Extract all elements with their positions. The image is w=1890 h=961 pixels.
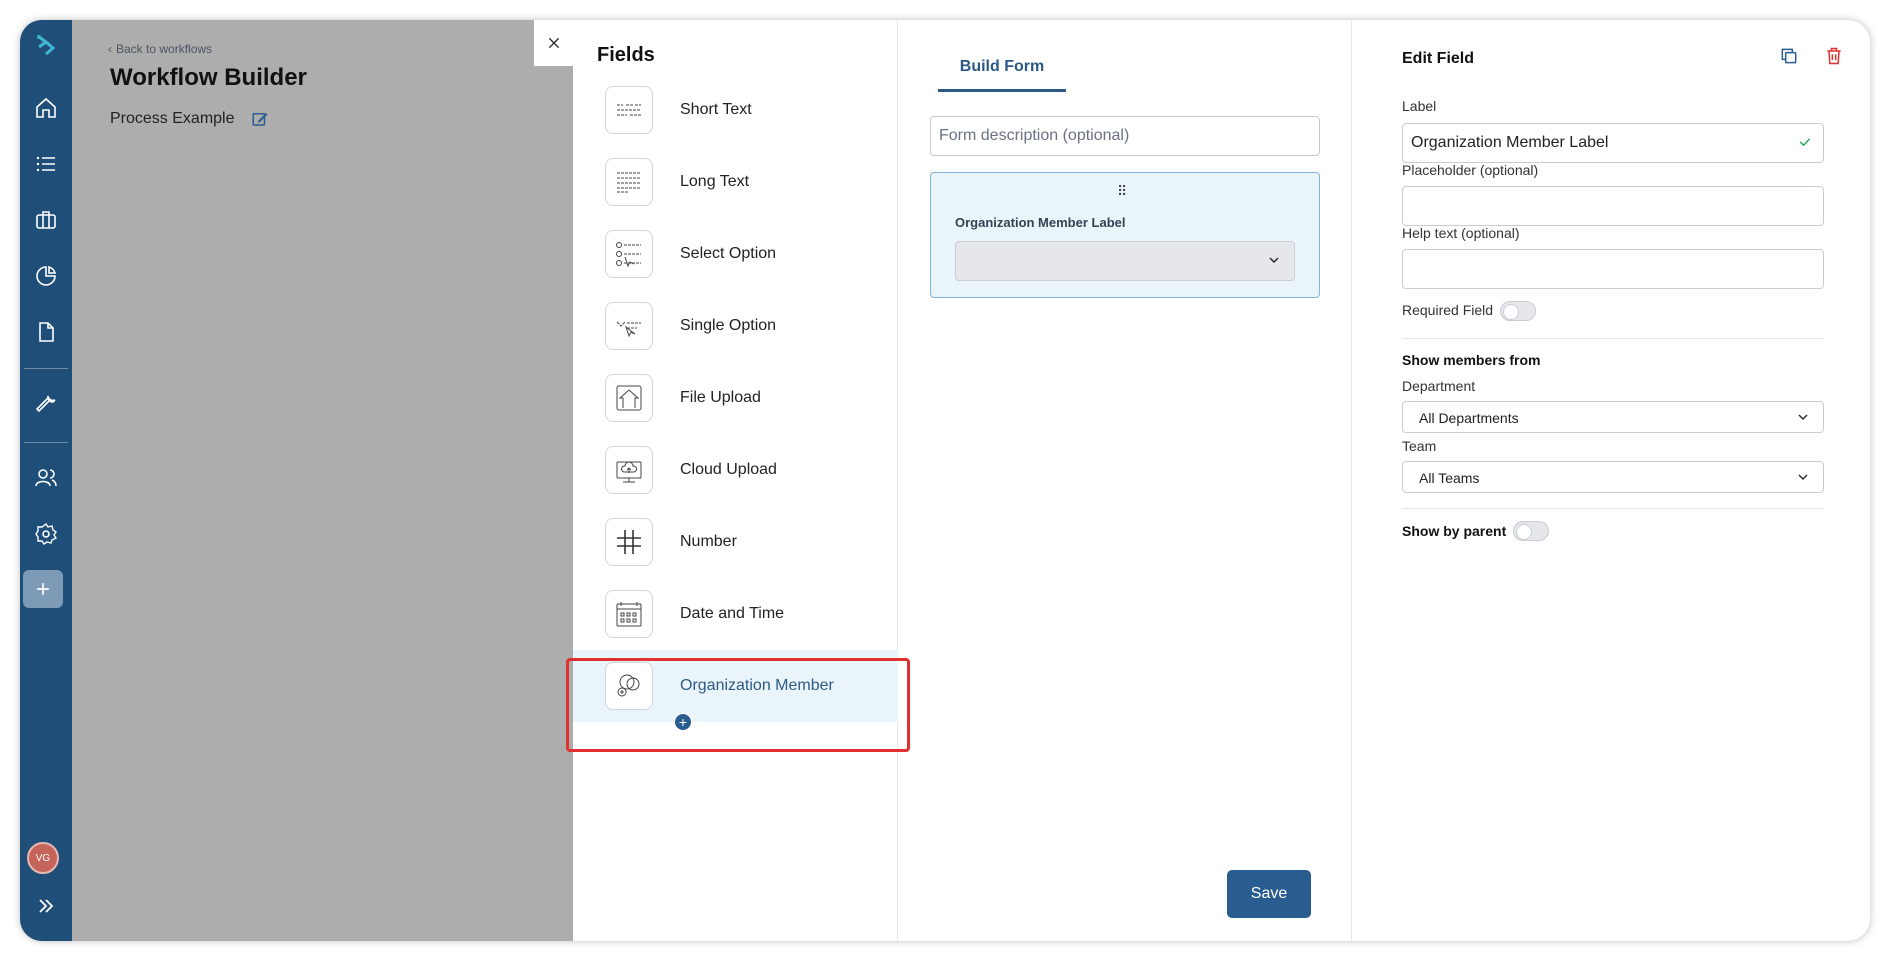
check-icon <box>1799 138 1811 147</box>
field-number[interactable]: Number <box>573 506 898 578</box>
build-form-panel: Build Form Form description (optional) ⠿… <box>898 20 1352 941</box>
field-label: Select Option <box>680 245 777 262</box>
user-avatar[interactable]: VG <box>27 842 59 874</box>
field-short-text[interactable]: Short Text <box>573 74 898 146</box>
field-date-time[interactable]: Date and Time <box>573 578 898 650</box>
settings-icon[interactable] <box>30 518 62 550</box>
chevron-down-icon <box>1269 257 1279 263</box>
placeholder-input[interactable] <box>1402 186 1824 226</box>
drag-handle-icon[interactable]: ⠿ <box>1117 183 1127 200</box>
fields-title: Fields <box>597 44 655 66</box>
briefcase-icon[interactable] <box>30 204 62 236</box>
long-text-icon <box>605 158 653 206</box>
left-nav: VG <box>20 20 72 941</box>
plus-icon <box>37 583 49 595</box>
wrench-icon[interactable] <box>30 388 62 420</box>
back-to-workflows-link[interactable]: ‹ Back to workflows <box>108 42 212 56</box>
home-icon[interactable] <box>30 92 62 124</box>
form-field-label: Organization Member Label <box>955 215 1126 230</box>
chevron-down-icon <box>1798 474 1808 480</box>
add-button[interactable] <box>23 570 63 608</box>
show-members-title: Show members from <box>1402 352 1541 368</box>
edit-field-title: Edit Field <box>1402 50 1474 67</box>
fields-panel: Fields Short Text Long Text Select Optio… <box>573 20 898 941</box>
label-input-value: Organization Member Label <box>1411 134 1609 151</box>
date-time-icon <box>605 590 653 638</box>
placeholder-title: Placeholder (optional) <box>1402 162 1539 178</box>
document-icon[interactable] <box>30 316 62 348</box>
department-value: All Departments <box>1419 410 1519 426</box>
cloud-upload-icon <box>605 446 653 494</box>
single-option-icon <box>605 302 653 350</box>
process-name: Process Example <box>110 110 235 127</box>
field-file-upload[interactable]: File Upload <box>573 362 898 434</box>
selection-highlight <box>566 658 910 752</box>
save-button[interactable]: Save <box>1227 870 1311 918</box>
file-upload-icon <box>605 374 653 422</box>
field-label: Long Text <box>680 173 750 190</box>
field-select-option[interactable]: Select Option <box>573 218 898 290</box>
delete-icon[interactable] <box>1824 46 1844 66</box>
users-icon[interactable] <box>30 462 62 494</box>
field-label: Short Text <box>680 101 752 118</box>
show-by-parent-label: Show by parent <box>1402 523 1507 539</box>
app-window: VG ‹ Back to workflows Workflow Builder … <box>20 20 1870 941</box>
divider <box>1402 338 1824 339</box>
field-cloud-upload[interactable]: Cloud Upload <box>573 434 898 506</box>
short-text-icon <box>605 86 653 134</box>
help-text-title: Help text (optional) <box>1402 225 1520 241</box>
field-single-option[interactable]: Single Option <box>573 290 898 362</box>
department-title: Department <box>1402 378 1476 394</box>
edit-icon[interactable] <box>251 110 269 128</box>
label-title: Label <box>1402 98 1437 114</box>
nav-divider <box>24 442 68 443</box>
chevron-left-icon: ‹ <box>108 42 112 56</box>
field-label: Number <box>680 533 737 550</box>
team-title: Team <box>1402 438 1437 454</box>
field-label: File Upload <box>680 389 761 406</box>
form-description-input[interactable]: Form description (optional) <box>930 116 1320 156</box>
back-link-label: Back to workflows <box>116 42 213 56</box>
process-name-row: Process Example <box>110 110 269 128</box>
organization-member-select[interactable] <box>955 241 1295 281</box>
select-option-icon <box>605 230 653 278</box>
show-by-parent-toggle[interactable] <box>1513 521 1549 541</box>
field-long-text[interactable]: Long Text <box>573 146 898 218</box>
pie-chart-icon[interactable] <box>30 260 62 292</box>
field-label: Date and Time <box>680 605 785 622</box>
form-field-card[interactable]: ⠿ Organization Member Label <box>930 172 1320 298</box>
nav-divider <box>24 368 68 369</box>
department-select[interactable]: All Departments <box>1402 401 1824 433</box>
team-value: All Teams <box>1419 470 1480 486</box>
field-label: Single Option <box>680 317 777 334</box>
page-title: Workflow Builder <box>110 64 307 91</box>
field-label: Cloud Upload <box>680 461 777 478</box>
team-select[interactable]: All Teams <box>1402 461 1824 493</box>
number-icon <box>605 518 653 566</box>
close-button[interactable] <box>534 20 574 66</box>
duplicate-icon[interactable] <box>1779 46 1799 66</box>
required-field-toggle[interactable] <box>1500 301 1536 321</box>
divider <box>1402 508 1824 509</box>
help-text-input[interactable] <box>1402 249 1824 289</box>
close-icon <box>548 37 560 49</box>
logo-icon[interactable] <box>30 30 62 62</box>
required-field-label: Required Field <box>1402 302 1494 318</box>
tab-build-form[interactable]: Build Form <box>938 58 1066 92</box>
expand-icon[interactable] <box>30 890 62 922</box>
label-input[interactable]: Organization Member Label <box>1402 123 1824 163</box>
chevron-down-icon <box>1798 414 1808 420</box>
edit-field-panel: Edit Field Label Organization Member Lab… <box>1352 20 1870 941</box>
list-icon[interactable] <box>30 148 62 180</box>
